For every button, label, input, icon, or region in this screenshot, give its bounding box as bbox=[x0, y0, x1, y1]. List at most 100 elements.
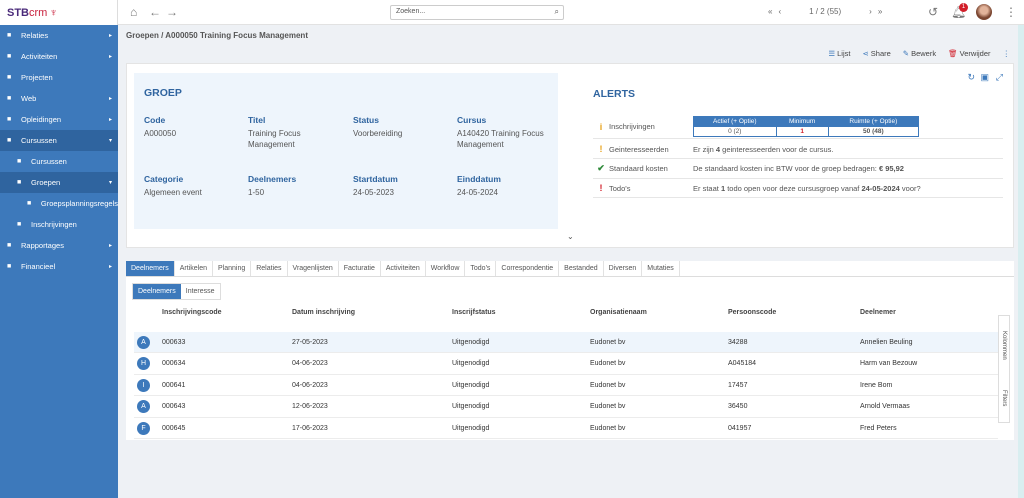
sidebar-item-rapportages[interactable]: ■ Rapportages ▸ bbox=[0, 235, 118, 256]
table-row[interactable]: A 000633 27-05-2023 Uitgenodigd Eudonet bv 34… bbox=[134, 332, 998, 353]
alert-message: De standaard kosten inc BTW voor de groe… bbox=[693, 164, 904, 173]
next-page-icon[interactable]: › bbox=[869, 7, 872, 16]
tab-bestanded[interactable]: Bestanded bbox=[559, 261, 604, 276]
sidebar-item-label: Financieel bbox=[21, 262, 56, 271]
tab-facturatie[interactable]: Facturatie bbox=[338, 261, 381, 276]
field-label: Cursus bbox=[457, 115, 487, 125]
field-label: Startdatum bbox=[353, 174, 398, 184]
caret-icon: ▾ bbox=[108, 138, 112, 144]
column-header[interactable]: Organisatienaam bbox=[590, 309, 647, 316]
more-actions-icon[interactable]: ⋮ bbox=[1003, 49, 1011, 58]
sidebar-item-financieel[interactable]: ■ Financieel ▸ bbox=[0, 256, 118, 277]
sidebar-item-label: Groepen bbox=[31, 178, 61, 187]
tab-mutaties[interactable]: Mutaties bbox=[642, 261, 680, 276]
tab-activiteiten[interactable]: Activiteiten bbox=[380, 261, 426, 276]
table-row[interactable]: I 000641 04-06-2023 Uitgenodigd Eudonet bv 17… bbox=[134, 375, 998, 397]
refresh-icon[interactable]: ↻ bbox=[967, 72, 975, 83]
history-icon[interactable]: ↺ bbox=[928, 5, 938, 19]
save-icon[interactable]: ▣ bbox=[980, 72, 989, 83]
column-header[interactable]: Inscrijfstatus bbox=[452, 309, 496, 316]
sidebar-item-groepsplanningsregels[interactable]: ■ Groepsplanningsregels bbox=[0, 193, 118, 214]
graduation-cap-icon: ■ bbox=[7, 137, 12, 144]
tab-correspondentie[interactable]: Correspondentie bbox=[496, 261, 560, 276]
field-value: Voorbereiding bbox=[353, 129, 403, 138]
sidebar-item-label: Projecten bbox=[21, 73, 53, 82]
delete-label: Verwijder bbox=[959, 49, 991, 58]
msg-text: voor? bbox=[899, 183, 921, 193]
tab-workflow[interactable]: Workflow bbox=[425, 261, 466, 276]
users-icon: ■ bbox=[17, 179, 22, 186]
collapse-chevron-icon[interactable]: ⌄ bbox=[567, 232, 574, 241]
sidebar-item-inschrijvingen[interactable]: ■ Inschrijvingen bbox=[0, 214, 118, 235]
avatar-initial: I bbox=[137, 378, 150, 392]
column-header[interactable]: Datum inschrijving bbox=[292, 309, 355, 316]
sidebar-item-cursussen[interactable]: ■ Cursussen bbox=[0, 151, 118, 172]
expand-icon[interactable]: ⤢ bbox=[996, 72, 1003, 83]
tab-todos[interactable]: Todo's bbox=[465, 261, 497, 276]
table-cell: 34288 bbox=[728, 338, 748, 346]
tab-diversen[interactable]: Diversen bbox=[603, 261, 643, 276]
msg-text: Er zijn bbox=[693, 144, 716, 154]
sidebar-item-projecten[interactable]: ■ Projecten bbox=[0, 67, 118, 88]
logo[interactable]: STB crm ♆ bbox=[0, 0, 118, 25]
share-button[interactable]: ⋖ Share bbox=[862, 49, 890, 58]
sidebar-item-groepen[interactable]: ■ Groepen ▾ bbox=[0, 172, 118, 193]
search-input[interactable]: Zoeken... ⌕ bbox=[390, 5, 564, 20]
trash-icon: 🗑︎ bbox=[948, 49, 958, 58]
first-page-icon[interactable]: « bbox=[768, 7, 772, 16]
sidebar-item-activiteiten[interactable]: ■ Activiteiten ▸ bbox=[0, 46, 118, 67]
edit-button[interactable]: ✎ Bewerk bbox=[903, 49, 936, 58]
field-value: A000050 bbox=[144, 129, 177, 138]
share-label: Share bbox=[870, 49, 891, 58]
tab-artikelen[interactable]: Artikelen bbox=[174, 261, 213, 276]
subtab-interesse[interactable]: Interesse bbox=[181, 284, 220, 299]
delete-button[interactable]: 🗑︎ Verwijder bbox=[948, 49, 990, 58]
field-categorie: Categorie Algemeen event bbox=[144, 174, 239, 198]
alert-label: Todo's bbox=[609, 183, 631, 193]
tab-planning[interactable]: Planning bbox=[212, 261, 252, 276]
table-row[interactable]: A 000643 12-06-2023 Uitgenodigd Eudonet bv 36… bbox=[134, 397, 998, 418]
logo-suffix: crm bbox=[29, 6, 48, 19]
caret-icon: ▸ bbox=[108, 54, 112, 60]
sidebar-item-label: Groepsplanningsregels bbox=[40, 199, 118, 208]
table-cell: Uitgenodigd bbox=[452, 338, 490, 346]
alert-row: ✔ Standaard kosten De standaard kosten inc… bbox=[593, 160, 1003, 179]
table-row[interactable]: H 000634 04-06-2023 Uitgenodigd Eudonet bv A0… bbox=[134, 354, 998, 375]
search-icon[interactable]: ⌕ bbox=[555, 7, 559, 17]
money-icon: ■ bbox=[7, 263, 12, 270]
field-label: Deelnemers bbox=[248, 174, 297, 184]
sidebar-item-relaties[interactable]: ■ Relaties ▸ bbox=[0, 25, 118, 46]
subtab-deelnemers[interactable]: Deelnemers bbox=[133, 284, 181, 299]
prev-page-icon[interactable]: ‹ bbox=[778, 7, 781, 16]
search-placeholder: Zoeken... bbox=[396, 8, 426, 15]
column-header[interactable]: Deelnemer bbox=[860, 309, 896, 316]
table-cell: Eudonet bv bbox=[590, 360, 626, 368]
back-arrow-icon[interactable]: ← bbox=[149, 5, 161, 19]
sidebar-item-opleidingen[interactable]: ■ Opleidingen ▸ bbox=[0, 109, 118, 130]
field-value: Training Focus Management bbox=[248, 129, 301, 149]
value-minimum: 1 bbox=[775, 126, 829, 137]
forward-arrow-icon[interactable]: → bbox=[166, 5, 178, 19]
tab-vragenlijsten[interactable]: Vragenlijsten bbox=[287, 261, 339, 276]
table-row[interactable]: F 000645 17-06-2023 Uitgenodigd Eudonet bv 04… bbox=[134, 418, 998, 440]
sidebar-item-cursussen[interactable]: ■ Cursussen ▾ bbox=[0, 130, 118, 151]
field-label: Status bbox=[353, 115, 379, 125]
avatar[interactable] bbox=[976, 4, 992, 20]
columns-toggle[interactable]: Kolommen bbox=[1001, 331, 1007, 360]
more-vertical-icon[interactable]: ⋮ bbox=[1005, 5, 1017, 19]
home-icon[interactable]: ⌂ bbox=[130, 5, 137, 19]
last-page-icon[interactable]: » bbox=[878, 7, 882, 16]
column-header[interactable]: Persoonscode bbox=[728, 309, 776, 316]
table-cell: 000643 bbox=[162, 403, 186, 411]
filters-toggle[interactable]: Filters bbox=[1001, 390, 1007, 406]
column-header[interactable]: Inschrijvingscode bbox=[162, 309, 222, 316]
sidebar-item-web[interactable]: ■ Web ▸ bbox=[0, 88, 118, 109]
page-indicator: 1 / 2 (55) bbox=[809, 7, 842, 16]
tab-relaties[interactable]: Relaties bbox=[251, 261, 288, 276]
list-button[interactable]: ☰ Lijst bbox=[828, 49, 850, 58]
alert-row: ! Todo's Er staat 1 todo open voor deze cu… bbox=[593, 179, 1003, 198]
field-cursus: Cursus A140420 Training Focus Management bbox=[457, 115, 552, 150]
value-ruimte: 50 (48) bbox=[827, 126, 920, 137]
msg-text: De standaard kosten inc BTW voor de groe… bbox=[693, 164, 879, 173]
tab-deelnemers[interactable]: Deelnemers bbox=[126, 261, 175, 276]
